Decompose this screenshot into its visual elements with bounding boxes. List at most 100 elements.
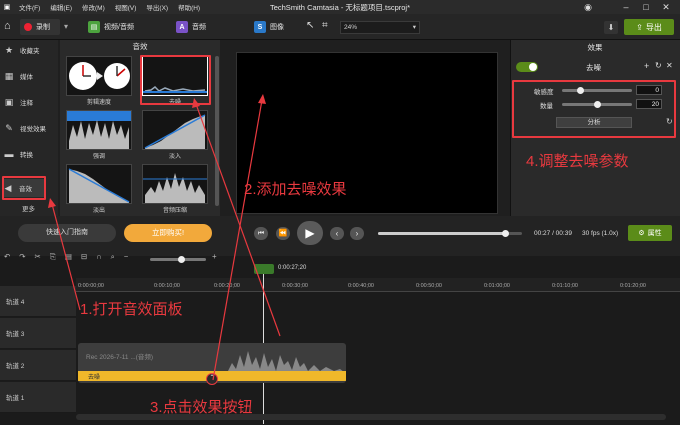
thumb-emphasize[interactable]: [66, 110, 132, 150]
effect-label-clip-speed: 剪辑速度: [86, 100, 111, 106]
frame-back-icon[interactable]: ⏪: [276, 227, 290, 240]
thumb-audio-compression[interactable]: [142, 164, 208, 204]
ruler-tick: 0:01:10;00: [552, 283, 578, 289]
highlight-box-noise-params: [512, 80, 676, 138]
ruler-tick: 0:01:20;00: [620, 283, 646, 289]
media-icon: ▦: [4, 70, 14, 81]
properties-button[interactable]: ⚙ 属性: [628, 225, 672, 241]
time-display: 00:27 / 00:39: [534, 230, 572, 237]
sidebar-item-label: 视觉效果: [20, 126, 46, 133]
record-button[interactable]: 录制: [20, 19, 60, 35]
undo-icon[interactable]: ↶: [4, 252, 10, 262]
tab-video-audio-label: 视频/音频: [104, 24, 134, 31]
video-icon: ▤: [88, 21, 100, 33]
effects-toggle-button[interactable]: ⌃: [206, 373, 218, 385]
effects-panel-scrollbar[interactable]: [215, 56, 219, 206]
record-label: 录制: [36, 24, 50, 31]
sidebar-item-label: 媒体: [20, 74, 33, 81]
copy-icon[interactable]: ⎘: [50, 252, 56, 262]
zoom-select[interactable]: 24% ▾: [340, 21, 420, 34]
effect-label-fade-out: 淡出: [92, 208, 105, 214]
home-icon[interactable]: ⌂: [4, 20, 11, 32]
tab-audio-label: 音频: [192, 24, 206, 31]
menu-file[interactable]: 文件(F): [14, 2, 45, 12]
export-button[interactable]: ⇪ 导出: [624, 19, 674, 35]
sidebar-more-link[interactable]: 更多: [22, 203, 35, 213]
crop-icon[interactable]: ⌗: [322, 20, 328, 31]
properties-panel-title: 效果: [587, 43, 603, 52]
menu-help[interactable]: 帮助(H): [173, 2, 205, 12]
tab-video-audio[interactable]: ▤ 视频/音频: [88, 19, 134, 35]
step-back-icon[interactable]: ⏮: [254, 227, 268, 240]
effect-enable-toggle[interactable]: [516, 62, 538, 72]
scrub-handle[interactable]: [501, 230, 509, 237]
zoom-icon[interactable]: ⌕: [111, 252, 115, 262]
dropdown-chevron-icon[interactable]: ▾: [64, 22, 68, 31]
scrub-bar[interactable]: [378, 232, 522, 235]
properties-label: 属性: [647, 230, 662, 237]
sidebar-item-media[interactable]: ▦ 媒体: [4, 67, 58, 85]
sidebar-item-annotations[interactable]: ▣ 注释: [4, 93, 58, 111]
playhead-marker[interactable]: [254, 264, 274, 274]
thumb-clip-speed[interactable]: [66, 56, 132, 96]
close-icon[interactable]: ✕: [660, 1, 672, 13]
cut-icon[interactable]: ✂: [35, 252, 41, 262]
audio-icon: A: [176, 21, 188, 33]
menu-modify[interactable]: 修改(M): [77, 2, 110, 12]
reset-icon[interactable]: ↻: [655, 61, 662, 70]
ruler-tick: 0:00:10;00: [154, 283, 180, 289]
zoom-in-icon[interactable]: +: [212, 252, 217, 261]
clip-title: Rec 2026-7-11 ...(音频): [86, 354, 154, 361]
magnet-icon[interactable]: ∩: [96, 252, 101, 262]
thumb-fade-in[interactable]: [142, 110, 208, 150]
add-icon[interactable]: +: [644, 61, 649, 71]
sidebar-item-transitions[interactable]: ▬ 转换: [4, 145, 58, 163]
split-icon[interactable]: ⊟: [81, 252, 87, 262]
sidebar-item-label: 注释: [20, 100, 33, 107]
ruler-tick: 0:00:20;00: [214, 283, 240, 289]
minimize-icon[interactable]: –: [620, 1, 632, 13]
toggle-knob: [529, 63, 537, 71]
pointer-icon[interactable]: ↖: [306, 20, 314, 31]
download-icon[interactable]: ⬇: [604, 21, 618, 34]
track-header-2[interactable]: 轨道 2: [0, 350, 76, 381]
track-header-4[interactable]: 轨道 4: [0, 286, 76, 317]
maximize-icon[interactable]: □: [640, 1, 652, 13]
annotation-step-3: 3.点击效果按钮: [150, 399, 253, 416]
track-header-3[interactable]: 轨道 3: [0, 318, 76, 349]
app-logo-icon: ▣: [3, 4, 11, 11]
zoom-out-icon[interactable]: −: [124, 252, 128, 262]
quick-start-guide-button[interactable]: 快速入门指南: [18, 224, 116, 242]
menu-view[interactable]: 视图(V): [110, 2, 142, 12]
ruler-tick: 0:00:30;00: [282, 283, 308, 289]
effects-panel-title: 音效: [132, 42, 148, 51]
timeline-zoom-handle[interactable]: [178, 256, 185, 263]
menu-edit[interactable]: 编辑(E): [45, 2, 77, 12]
prev-marker-icon[interactable]: ‹: [330, 227, 344, 240]
track-header-1[interactable]: 轨道 1: [0, 382, 76, 413]
sidebar-item-visual-effects[interactable]: ✎ 视觉效果: [4, 119, 58, 137]
thumb-fade-out[interactable]: [66, 164, 132, 204]
gear-icon: ⚙: [638, 230, 645, 237]
buy-now-button[interactable]: 立即购买!: [124, 224, 212, 242]
play-button[interactable]: ▶: [297, 221, 323, 245]
zoom-chevron-icon: ▾: [412, 24, 416, 31]
account-icon[interactable]: ◉: [582, 1, 594, 13]
tab-audio[interactable]: A 音频: [176, 19, 206, 35]
fade-in-waveform-icon: [144, 114, 206, 149]
playhead-time: 0:00:27;20: [278, 265, 307, 271]
export-icon: ⇪: [636, 22, 643, 32]
timeline-toolbar: ↶ ↷ ✂ ⎘ ▤ ⊟ ∩ ⌕ −: [4, 252, 128, 262]
effect-label-audio-compression: 音频压缩: [162, 208, 187, 214]
transition-icon: ▬: [4, 149, 14, 159]
sidebar-item-favorites[interactable]: ★ 收藏夹: [4, 41, 58, 59]
paste-icon[interactable]: ▤: [65, 252, 72, 262]
highlight-box-audio-effects: [2, 176, 46, 200]
redo-icon[interactable]: ↷: [19, 252, 25, 262]
ruler-tick: 0:01:00;00: [484, 283, 510, 289]
next-marker-icon[interactable]: ›: [350, 227, 364, 240]
remove-icon[interactable]: ✕: [666, 61, 673, 70]
clip-effect-label: 去噪: [88, 375, 101, 381]
tab-image[interactable]: S 图像: [254, 19, 284, 35]
menu-export[interactable]: 导出(X): [141, 2, 173, 12]
